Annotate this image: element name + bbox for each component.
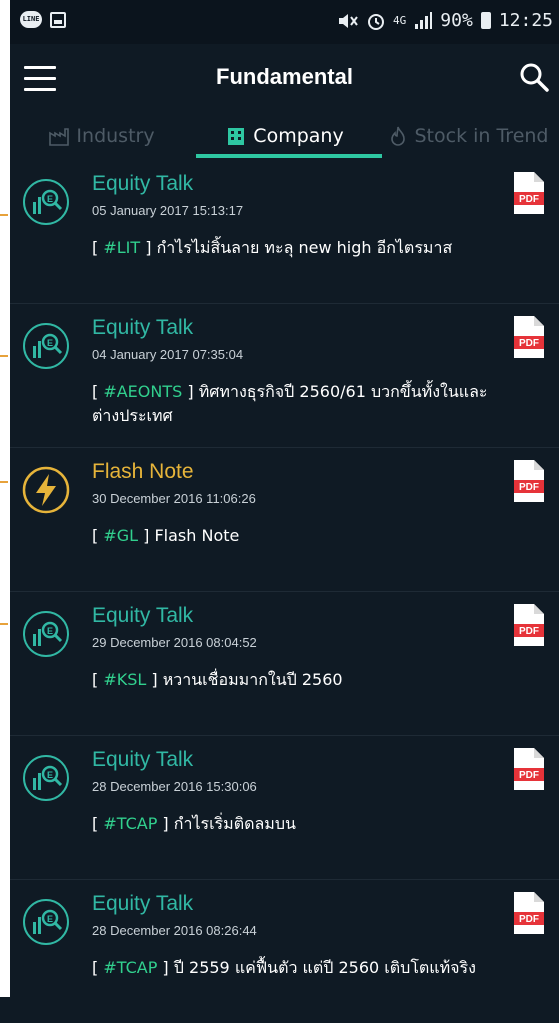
pdf-label: PDF	[519, 626, 539, 637]
tab-label: Stock in Trend	[414, 125, 549, 147]
arrow-marker	[0, 355, 8, 357]
stock-tag[interactable]: #KSL	[103, 670, 146, 689]
alarm-icon	[368, 13, 385, 30]
signal-icon	[415, 11, 433, 29]
factory-icon	[49, 128, 70, 146]
pdf-label: PDF	[519, 914, 539, 925]
svg-text:E: E	[47, 194, 53, 204]
item-title: Equity Talk	[92, 172, 194, 195]
pdf-icon[interactable]: PDF	[511, 890, 547, 936]
tab-company[interactable]: Company	[193, 112, 376, 160]
network-type: 4G	[393, 14, 407, 27]
gallery-icon	[50, 12, 66, 28]
pdf-label: PDF	[519, 338, 539, 349]
item-headline: [ #TCAP ] ปี 2559 แค่ฟื้นตัว แต่ปี 2560 …	[92, 958, 476, 977]
equity-talk-icon: E	[23, 611, 69, 657]
pdf-label: PDF	[519, 482, 539, 493]
tab-label: Company	[253, 125, 344, 147]
item-headline: [ #AEONTS ] ทิศทางธุรกิจปี 2560/61 บวกขึ…	[92, 382, 488, 425]
clock: 12:25	[498, 10, 553, 31]
item-date: 05 January 2017 15:13:17	[92, 203, 244, 218]
equity-talk-icon: E	[23, 755, 69, 801]
equity-talk-icon: E	[23, 179, 69, 225]
item-date: 29 December 2016 08:04:52	[92, 635, 257, 650]
left-edge-strip	[0, 0, 10, 997]
pdf-icon[interactable]: PDF	[511, 314, 547, 360]
headline-text: หวานเชื่อมมากในปี 2560	[162, 670, 343, 689]
news-list: E Equity Talk 05 January 2017 15:13:17 […	[10, 160, 559, 1023]
lightning-icon	[22, 466, 70, 514]
arrow-marker	[0, 214, 8, 216]
headline-text: Flash Note	[154, 526, 240, 545]
pdf-label: PDF	[519, 194, 539, 205]
pdf-label: PDF	[519, 770, 539, 781]
svg-text:E: E	[47, 626, 53, 636]
item-title: Equity Talk	[92, 892, 194, 915]
item-title: Equity Talk	[92, 748, 194, 771]
tab-stock-in-trend[interactable]: Stock in Trend	[376, 112, 559, 160]
list-item[interactable]: E Equity Talk 29 December 2016 08:04:52 …	[10, 592, 559, 736]
battery-percent: 90%	[440, 10, 473, 31]
list-item[interactable]: E Equity Talk 28 December 2016 15:30:06 …	[10, 736, 559, 880]
headline-text: ปี 2559 แค่ฟื้นตัว แต่ปี 2560 เติบโตแท้จ…	[173, 958, 476, 977]
item-title: Flash Note	[92, 460, 194, 483]
status-right: 4G 90% 12:25	[337, 10, 553, 31]
battery-icon	[480, 12, 491, 29]
app-bar: Fundamental	[10, 44, 559, 112]
item-date: 28 December 2016 15:30:06	[92, 779, 257, 794]
pdf-icon[interactable]: PDF	[511, 170, 547, 216]
tab-label: Industry	[76, 125, 155, 147]
stock-tag[interactable]: #TCAP	[103, 958, 157, 977]
svg-text:E: E	[47, 914, 53, 924]
item-date: 28 December 2016 08:26:44	[92, 923, 257, 938]
headline-text: กำไรไม่สิ้นลาย ทะลุ new high อีกไตรมาส	[156, 238, 453, 257]
status-bar: LINE 4G 90% 12:25	[10, 0, 559, 44]
item-title: Equity Talk	[92, 604, 194, 627]
line-app-icon: LINE	[20, 11, 42, 28]
arrow-marker	[0, 481, 8, 483]
building-icon	[228, 128, 245, 145]
list-item[interactable]: Flash Note 30 December 2016 11:06:26 [ #…	[10, 448, 559, 592]
stock-tag[interactable]: #LIT	[103, 238, 140, 257]
page-title: Fundamental	[216, 64, 353, 89]
equity-talk-icon: E	[23, 899, 69, 945]
stock-tag[interactable]: #GL	[103, 526, 138, 545]
equity-talk-icon: E	[23, 323, 69, 369]
item-headline: [ #LIT ] กำไรไม่สิ้นลาย ทะลุ new high อี…	[92, 238, 453, 257]
pdf-icon[interactable]: PDF	[511, 458, 547, 504]
list-item[interactable]: E Equity Talk 28 December 2016 08:26:44 …	[10, 880, 559, 1023]
list-item[interactable]: E Equity Talk 04 January 2017 07:35:04 […	[10, 304, 559, 448]
pdf-icon[interactable]: PDF	[511, 746, 547, 792]
item-headline: [ #TCAP ] กำไรเริ่มติดลมบน	[92, 814, 296, 833]
flame-icon	[390, 126, 405, 146]
tab-bar: Industry Company Stock in Trend	[10, 112, 559, 160]
arrow-marker	[0, 623, 8, 625]
item-headline: [ #GL ] Flash Note	[92, 526, 240, 545]
svg-text:E: E	[47, 770, 53, 780]
headline-text: กำไรเริ่มติดลมบน	[173, 814, 296, 833]
item-date: 30 December 2016 11:06:26	[92, 491, 256, 506]
stock-tag[interactable]: #TCAP	[103, 814, 157, 833]
pdf-icon[interactable]: PDF	[511, 602, 547, 648]
stock-tag[interactable]: #AEONTS	[103, 382, 182, 401]
list-item[interactable]: E Equity Talk 05 January 2017 15:13:17 […	[10, 160, 559, 304]
item-date: 04 January 2017 07:35:04	[92, 347, 244, 362]
status-left: LINE	[20, 11, 66, 28]
tab-industry[interactable]: Industry	[10, 112, 193, 160]
svg-text:E: E	[47, 338, 53, 348]
search-icon[interactable]	[519, 62, 549, 92]
app: LINE 4G 90% 12:25 Fundamental Industry C…	[10, 0, 559, 1023]
active-tab-indicator	[196, 154, 382, 158]
item-headline: [ #KSL ] หวานเชื่อมมากในปี 2560	[92, 670, 343, 689]
item-title: Equity Talk	[92, 316, 194, 339]
mute-icon	[339, 13, 358, 28]
